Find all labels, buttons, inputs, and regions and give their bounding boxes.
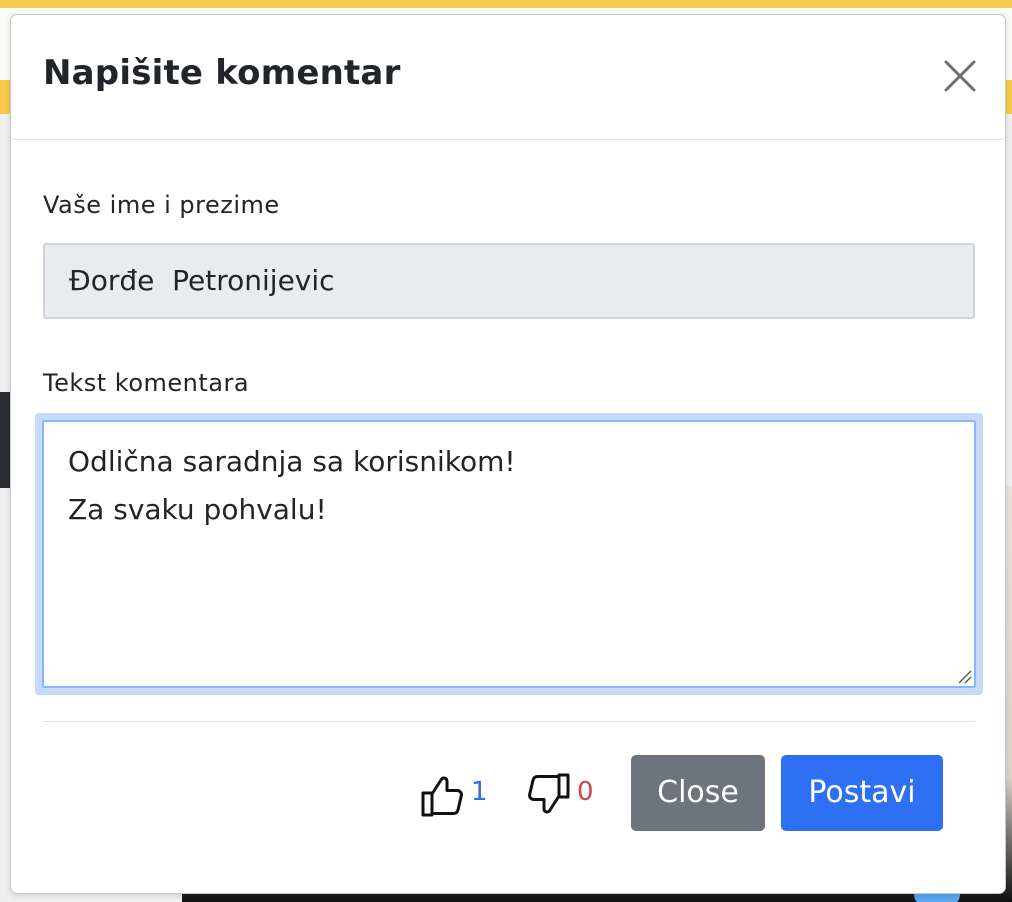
comment-text-line: Odlična saradnja sa korisnikom! — [68, 445, 516, 478]
like-count: 1 — [471, 777, 488, 807]
name-field[interactable]: Đorđe Petronijevic — [43, 243, 975, 319]
thumbs-down-icon — [528, 773, 570, 814]
comment-text-line: Za svaku pohvalu! — [68, 493, 327, 526]
comment-modal: Napišite komentar Vaše ime i prezime Đor… — [10, 14, 1006, 894]
name-label: Vaše ime i prezime — [43, 191, 280, 219]
post-button[interactable]: Postavi — [781, 755, 943, 831]
close-icon[interactable] — [943, 59, 977, 93]
dislike-button[interactable]: 0 — [525, 771, 594, 819]
close-button[interactable]: Close — [631, 755, 765, 831]
resize-handle-icon[interactable] — [956, 668, 972, 684]
footer-divider — [43, 721, 975, 722]
modal-header: Napišite komentar — [11, 15, 1005, 140]
dislike-count: 0 — [577, 777, 594, 807]
comment-textarea[interactable]: Odlična saradnja sa korisnikom! Za svaku… — [42, 420, 976, 688]
thumbs-up-icon — [421, 776, 463, 817]
comment-label: Tekst komentara — [43, 369, 250, 397]
like-button[interactable]: 1 — [419, 771, 488, 819]
comment-textarea-focus-ring: Odlična saradnja sa korisnikom! Za svaku… — [35, 413, 983, 695]
background-top-stripe — [0, 0, 1012, 8]
modal-title: Napišite komentar — [43, 53, 401, 93]
